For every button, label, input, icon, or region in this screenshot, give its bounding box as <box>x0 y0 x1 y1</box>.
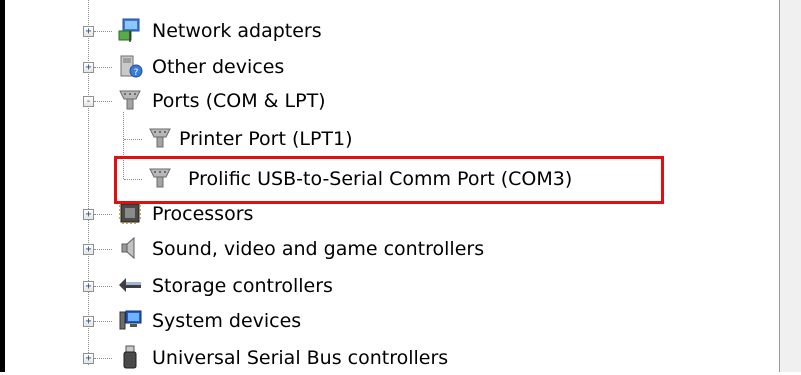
storage-controller-icon <box>119 278 141 292</box>
system-device-icon <box>119 310 142 330</box>
svg-text:?: ? <box>134 68 139 78</box>
expand-button[interactable]: + <box>83 62 94 73</box>
tree-item-label: Processors <box>152 203 254 225</box>
device-tree: + Network adapters + ? Other devices - P… <box>0 0 779 372</box>
tree-item-storage-controllers[interactable]: + Storage controllers <box>0 269 779 303</box>
expand-button[interactable]: + <box>83 353 94 364</box>
tree-item-label: Universal Serial Bus controllers <box>152 347 449 369</box>
tree-item-sound-video-game[interactable]: + Sound, video and game controllers <box>0 232 779 266</box>
tree-item-label: System devices <box>152 310 302 332</box>
expand-button[interactable]: + <box>83 244 94 255</box>
expand-button[interactable]: + <box>83 26 94 37</box>
tree-item-label: Other devices <box>152 56 285 78</box>
tree-item-label: Sound, video and game controllers <box>152 238 485 260</box>
tree-item-usb-controllers[interactable]: + Universal Serial Bus controllers <box>0 341 779 375</box>
expand-button[interactable]: + <box>83 209 94 220</box>
expand-button[interactable]: + <box>83 316 94 327</box>
network-adapter-icon <box>118 18 140 42</box>
collapse-button[interactable]: - <box>83 96 94 107</box>
tree-item-label: Ports (COM & LPT) <box>152 90 326 112</box>
highlight-box <box>114 156 664 204</box>
tree-item-other-devices[interactable]: + ? Other devices <box>0 50 779 84</box>
port-connector-icon <box>149 128 171 148</box>
tree-item-printer-port[interactable]: Printer Port (LPT1) <box>0 122 779 156</box>
tree-item-network-adapters[interactable]: + Network adapters <box>0 14 779 48</box>
tree-item-label: Storage controllers <box>152 275 333 297</box>
expand-button[interactable]: + <box>83 281 94 292</box>
unknown-device-icon: ? <box>120 55 143 78</box>
tree-item-label: Printer Port (LPT1) <box>179 128 353 150</box>
tree-item-label: Network adapters <box>152 20 322 42</box>
tree-item-ports[interactable]: - Ports (COM & LPT) <box>0 84 779 118</box>
port-connector-icon <box>119 90 141 110</box>
speaker-icon <box>121 236 135 260</box>
window-right-border <box>779 0 801 372</box>
tree-item-system-devices[interactable]: + System devices <box>0 304 779 338</box>
usb-plug-icon <box>123 345 137 369</box>
